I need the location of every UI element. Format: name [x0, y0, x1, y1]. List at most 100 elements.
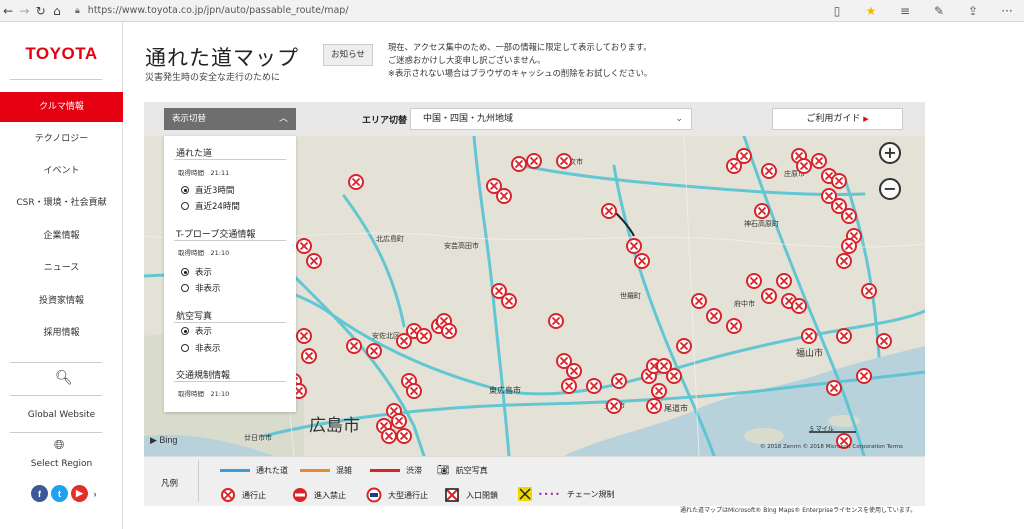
home-icon[interactable]: ⌂ [49, 4, 65, 18]
road-closed-marker[interactable] [761, 288, 777, 304]
sidebar-item-investors[interactable]: 投資家情報 [0, 286, 123, 316]
select-region-link[interactable]: Select Region [0, 449, 123, 479]
radio-probe-show[interactable]: 表示 [181, 266, 212, 278]
map-scale: 5 マイル [810, 426, 834, 433]
search-icon[interactable]: 🔍︎ [55, 370, 73, 386]
hub-icon[interactable]: ≡ [888, 4, 922, 18]
reading-view-icon[interactable]: ▯ [820, 4, 854, 18]
facebook-icon[interactable]: f [31, 485, 48, 502]
road-closed-marker[interactable] [856, 368, 872, 384]
road-closed-marker[interactable] [626, 238, 642, 254]
road-closed-marker[interactable] [634, 253, 650, 269]
area-select[interactable]: 中国・四国・九州地域 ⌄ [410, 108, 692, 130]
zoom-out-button[interactable]: − [879, 178, 901, 200]
road-closed-marker[interactable] [776, 273, 792, 289]
notes-icon[interactable]: ✎ [922, 4, 956, 18]
road-closed-marker[interactable] [611, 373, 627, 389]
road-closed-marker[interactable] [348, 174, 364, 190]
road-closed-marker[interactable] [601, 203, 617, 219]
city-label: 世羅町 [620, 291, 641, 300]
road-closed-marker[interactable] [676, 338, 692, 354]
road-closed-marker[interactable] [296, 238, 312, 254]
radio-aerial-hide[interactable]: 非表示 [181, 342, 221, 354]
road-closed-marker[interactable] [836, 328, 852, 344]
radio-probe-hide[interactable]: 非表示 [181, 282, 221, 294]
road-closed-marker[interactable] [396, 428, 412, 444]
road-closed-marker[interactable] [366, 343, 382, 359]
back-icon[interactable]: ← [0, 4, 16, 18]
road-closed-marker[interactable] [296, 328, 312, 344]
road-closed-marker[interactable] [801, 328, 817, 344]
twitter-icon[interactable]: t [51, 485, 68, 502]
road-closed-marker[interactable] [526, 153, 542, 169]
road-closed-marker[interactable] [746, 273, 762, 289]
road-closed-marker[interactable] [346, 338, 362, 354]
road-closed-marker[interactable] [306, 253, 322, 269]
sidebar-item-news[interactable]: ニュース [0, 253, 123, 283]
city-label: 安佐北区 [372, 331, 400, 340]
sidebar-item-events[interactable]: イベント [0, 156, 123, 186]
road-closed-marker[interactable] [561, 378, 577, 394]
road-closed-marker[interactable] [496, 188, 512, 204]
global-website-link[interactable]: Global Website [0, 400, 123, 430]
sidebar-item-company[interactable]: 企業情報 [0, 221, 123, 251]
road-closed-marker[interactable] [511, 156, 527, 172]
road-closed-marker[interactable] [826, 380, 842, 396]
map-copyright[interactable]: © 2018 Zenrin © 2018 Microsoft Corporati… [760, 444, 903, 450]
usage-guide-button[interactable]: ご利用ガイド ▶ [772, 108, 903, 130]
radio-aerial-show[interactable]: 表示 [181, 325, 212, 337]
road-closed-marker[interactable] [726, 318, 742, 334]
toyota-logo[interactable]: TOYOTA [0, 44, 123, 64]
forward-icon[interactable]: → [16, 4, 32, 18]
road-closed-marker[interactable] [566, 363, 582, 379]
zoom-in-button[interactable]: + [879, 142, 901, 164]
chevron-right-icon[interactable]: › [91, 485, 99, 502]
sidebar-item-technology[interactable]: テクノロジー [0, 124, 123, 154]
sidebar-item-careers[interactable]: 採用情報 [0, 318, 123, 348]
road-closed-marker[interactable] [736, 148, 752, 164]
road-closed-marker[interactable] [841, 238, 857, 254]
view-switch-toggle[interactable]: 表示切替 ︿ [164, 108, 296, 130]
road-closed-marker[interactable] [876, 333, 892, 349]
road-closed-marker[interactable] [811, 153, 827, 169]
road-closed-marker[interactable] [646, 398, 662, 414]
more-icon[interactable]: ··· [990, 4, 1024, 18]
road-closed-marker[interactable] [416, 328, 432, 344]
address-bar[interactable]: 🔒︎ https://www.toyota.co.jp/jpn/auto/pas… [75, 2, 800, 20]
refresh-icon[interactable]: ↻ [33, 4, 49, 18]
youtube-icon[interactable]: ▶ [71, 485, 88, 502]
divider [10, 395, 102, 396]
road-closed-marker[interactable] [391, 413, 407, 429]
road-closed-marker[interactable] [381, 428, 397, 444]
road-closed-marker[interactable] [606, 398, 622, 414]
road-closed-marker[interactable] [791, 298, 807, 314]
road-closed-marker[interactable] [691, 293, 707, 309]
bing-logo: ▶ Bing [150, 435, 178, 445]
road-closed-marker[interactable] [761, 163, 777, 179]
share-icon[interactable]: ⇪ [956, 4, 990, 18]
road-closed-marker[interactable] [586, 378, 602, 394]
road-closed-marker[interactable] [796, 158, 812, 174]
notice-button[interactable]: お知らせ [323, 44, 373, 66]
notice-line: 現在、アクセス集中のため、一部の情報に限定して表示しております。 [388, 42, 652, 52]
radio-last-24h[interactable]: 直近24時間 [181, 200, 240, 212]
road-closed-marker[interactable] [406, 383, 422, 399]
road-closed-marker[interactable] [754, 203, 770, 219]
road-closed-marker[interactable] [836, 253, 852, 269]
radio-last-3h[interactable]: 直近3時間 [181, 184, 234, 196]
radio-label: 直近3時間 [195, 186, 235, 196]
road-closed-marker[interactable] [861, 283, 877, 299]
road-closed-marker[interactable] [301, 348, 317, 364]
road-closed-marker[interactable] [548, 313, 564, 329]
road-closed-marker[interactable] [501, 293, 517, 309]
road-closed-marker[interactable] [441, 323, 457, 339]
road-closed-marker[interactable] [651, 383, 667, 399]
road-closed-marker[interactable] [831, 173, 847, 189]
road-closed-marker[interactable] [706, 308, 722, 324]
road-closed-marker[interactable] [841, 208, 857, 224]
road-closed-marker[interactable] [556, 153, 572, 169]
road-closed-marker[interactable] [666, 368, 682, 384]
sidebar-item-car-info[interactable]: クルマ情報 [0, 92, 123, 122]
favorite-star-icon[interactable]: ★ [854, 4, 888, 18]
sidebar-item-csr[interactable]: CSR・環境・社会貢献 [0, 188, 123, 218]
